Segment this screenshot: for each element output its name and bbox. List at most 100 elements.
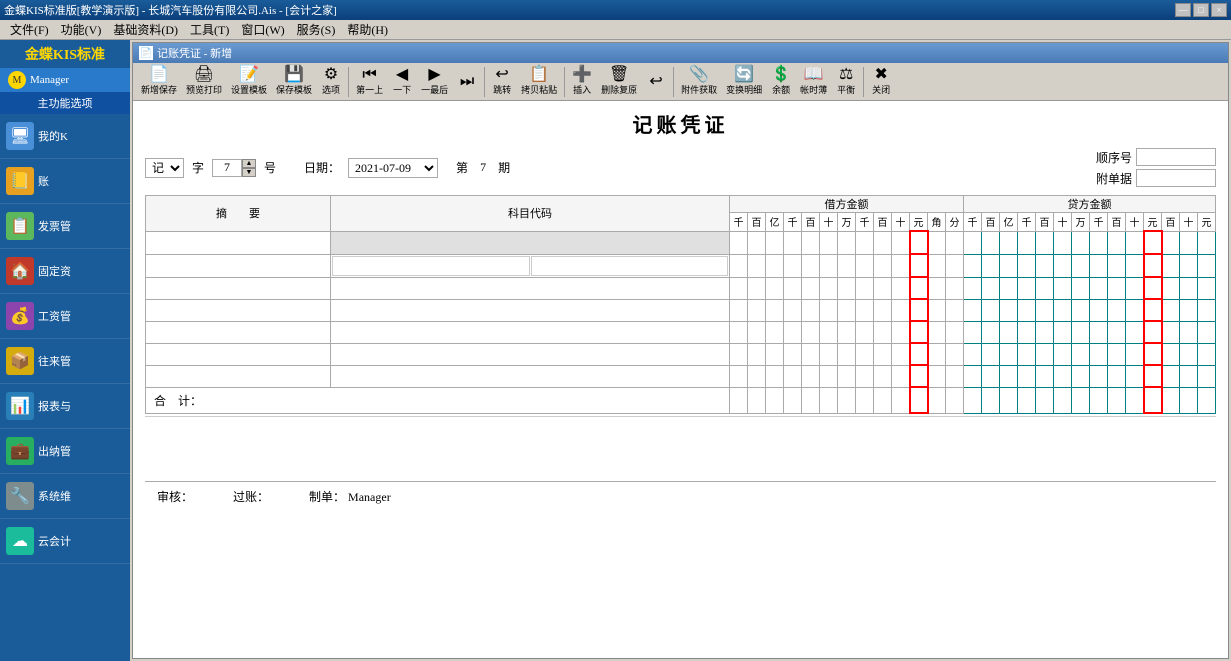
row6-code[interactable] [331,343,730,365]
r1c7[interactable] [1072,231,1090,254]
title-buttons[interactable]: — □ × [1175,3,1227,17]
r2c13[interactable] [1180,254,1198,277]
r1d11[interactable] [910,231,928,254]
date-select[interactable]: 2021-07-09 [348,158,438,178]
r1d10[interactable] [892,231,910,254]
delete-restore-button[interactable]: 🗑 删除复原 [597,65,641,98]
row1-desc[interactable] [146,231,331,254]
sidebar-item-system[interactable]: 🔧 系统维 [0,474,130,519]
row2-desc-input[interactable] [146,255,330,277]
r1d1[interactable] [730,231,748,254]
r2d7[interactable] [838,254,856,277]
last-button[interactable]: ⏭ [453,72,481,92]
sidebar-item-trade[interactable]: 📦 往来管 [0,339,130,384]
jump-button[interactable]: ↩ 跳转 [488,65,516,98]
r1d9[interactable] [874,231,892,254]
sidebar-item-fixed-assets[interactable]: 🏠 固定资 [0,249,130,294]
new-save-button[interactable]: 📄 新增保存 [137,65,181,98]
menu-service[interactable]: 服务(S) [291,19,342,40]
r1d5[interactable] [802,231,820,254]
row2-code1-input[interactable] [332,256,530,276]
r2d6[interactable] [820,254,838,277]
sidebar-item-invoice[interactable]: 📋 发票管 [0,204,130,249]
type-select[interactable]: 记 [145,158,184,178]
r2c14[interactable] [1198,254,1216,277]
r1c3[interactable] [1000,231,1018,254]
r1d7[interactable] [838,231,856,254]
menu-base-data[interactable]: 基础资料(D) [107,19,184,40]
row1-desc-input[interactable] [146,232,330,254]
r2d5[interactable] [802,254,820,277]
r1c6[interactable] [1054,231,1072,254]
row6-desc[interactable] [146,343,331,365]
r2c4[interactable] [1018,254,1036,277]
save-template-button[interactable]: 💾 保存模板 [272,65,316,98]
r1d12[interactable] [928,231,946,254]
sidebar-item-cloud[interactable]: ☁ 云会计 [0,519,130,564]
r1c2[interactable] [982,231,1000,254]
row2-desc[interactable] [146,254,331,277]
insert-button[interactable]: ➕ 插入 [568,65,596,98]
r2d4[interactable] [784,254,802,277]
r1c1[interactable] [964,231,982,254]
r2d9[interactable] [874,254,892,277]
r2d3[interactable] [766,254,784,277]
r1c5[interactable] [1036,231,1054,254]
r1d6[interactable] [820,231,838,254]
set-template-button[interactable]: 📝 设置模板 [227,65,271,98]
prev-button[interactable]: ◀ 一下 [388,65,416,98]
menu-help[interactable]: 帮助(H) [341,19,394,40]
r1c14[interactable] [1198,231,1216,254]
r2d13[interactable] [946,254,964,277]
sidebar-item-cash[interactable]: 💼 出纳管 [0,429,130,474]
balance-button[interactable]: 💲 余额 [767,65,795,98]
r1d8[interactable] [856,231,874,254]
next-button[interactable]: ▶ 一最后 [417,65,452,98]
menu-function[interactable]: 功能(V) [55,19,108,40]
sidebar-item-report[interactable]: 📊 报表与 [0,384,130,429]
close-button[interactable]: × [1211,3,1227,17]
r2d12[interactable] [928,254,946,277]
r2c10[interactable] [1126,254,1144,277]
sidebar-item-myk[interactable]: 🖥 我的K [0,114,130,159]
row4-code[interactable] [331,299,730,321]
r2c7[interactable] [1072,254,1090,277]
r1c13[interactable] [1180,231,1198,254]
options-button[interactable]: ⚙ 选项 [317,65,345,98]
menu-file[interactable]: 文件(F) [4,19,55,40]
r2d1[interactable] [730,254,748,277]
r1c12[interactable] [1162,231,1180,254]
r2c2[interactable] [982,254,1000,277]
notes-area[interactable] [145,416,1216,481]
row5-desc[interactable] [146,321,331,343]
r2c6[interactable] [1054,254,1072,277]
preview-print-button[interactable]: 🖨 预览打印 [182,65,226,98]
sidebar-item-account[interactable]: 📒 账 [0,159,130,204]
menu-tools[interactable]: 工具(T) [184,19,235,40]
copy-paste-button[interactable]: 📋 拷贝粘贴 [517,65,561,98]
r1d2[interactable] [748,231,766,254]
r2d11[interactable] [910,254,928,277]
row2-code2-input[interactable] [531,256,729,276]
r1c11[interactable] [1144,231,1162,254]
first-button[interactable]: ⏮ 第一上 [352,65,387,98]
r1c4[interactable] [1018,231,1036,254]
r2d10[interactable] [892,254,910,277]
restore-button[interactable]: ↩ [642,72,670,92]
spin-down[interactable]: ▼ [242,168,256,177]
r1d13[interactable] [946,231,964,254]
r1d4[interactable] [784,231,802,254]
ledger-button[interactable]: 📖 帐时薄 [796,65,831,98]
r2c3[interactable] [1000,254,1018,277]
r2c1[interactable] [964,254,982,277]
r2c12[interactable] [1162,254,1180,277]
r2c5[interactable] [1036,254,1054,277]
sidebar-item-salary[interactable]: 💰 工资管 [0,294,130,339]
minimize-button[interactable]: — [1175,3,1191,17]
attachment-button[interactable]: 📎 附件获取 [677,65,721,98]
row3-desc[interactable] [146,277,331,299]
number-input[interactable] [212,159,242,177]
menu-window[interactable]: 窗口(W) [235,19,290,40]
row7-desc[interactable] [146,365,331,387]
close-doc-button[interactable]: ✖ 关闭 [867,65,895,98]
